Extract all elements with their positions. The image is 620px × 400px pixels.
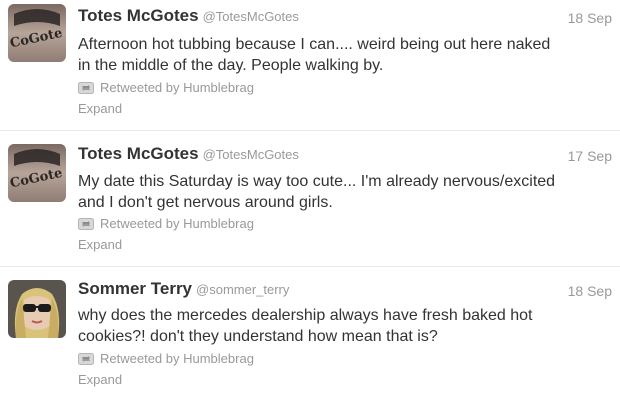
expand-link[interactable]: Expand: [78, 237, 122, 252]
tweet-text: My date this Saturday is way too cute...…: [78, 171, 598, 213]
author-name[interactable]: Sommer Terry @sommer_terry: [78, 279, 289, 299]
expand-link[interactable]: Expand: [78, 372, 122, 387]
retweet-info[interactable]: Retweeted by Humblebrag: [78, 80, 254, 95]
author-handle[interactable]: @TotesMcGotes: [203, 147, 299, 162]
author-handle[interactable]: @TotesMcGotes: [203, 9, 299, 24]
retweet-icon: [78, 81, 94, 94]
tweet-text-line: why does the mercedes dealership always …: [78, 307, 533, 324]
avatar[interactable]: CoGote: [8, 4, 66, 62]
tweet-text: Afternoon hot tubbing because I can.... …: [78, 34, 598, 76]
author-handle[interactable]: @sommer_terry: [196, 282, 289, 297]
author-name[interactable]: Totes McGotes @TotesMcGotes: [78, 144, 299, 164]
avatar[interactable]: [8, 280, 66, 338]
author-display-name[interactable]: Totes McGotes: [78, 144, 199, 163]
tweet[interactable]: CoGote Totes McGotes @TotesMcGotes 18 Sep…: [0, 0, 620, 131]
tweet-text-line: and I don't get nervous around girls.: [78, 194, 333, 211]
tweet-text-line: My date this Saturday is way too cute...…: [78, 173, 556, 190]
retweet-icon: [78, 352, 94, 365]
author-display-name[interactable]: Totes McGotes: [78, 6, 199, 25]
retweet-icon: [78, 217, 94, 230]
tweet[interactable]: Sommer Terry @sommer_terry 18 Sep why doe…: [0, 268, 620, 400]
author-display-name[interactable]: Sommer Terry: [78, 279, 192, 298]
tattoo-avatar-image: CoGote: [8, 4, 66, 62]
tweet-text-line: Afternoon hot tubbing because I can.... …: [78, 36, 551, 53]
retweeted-by-label: Retweeted by Humblebrag: [100, 80, 254, 95]
expand-link[interactable]: Expand: [78, 101, 122, 116]
retweeted-by-label: Retweeted by Humblebrag: [100, 216, 254, 231]
tweet[interactable]: CoGote Totes McGotes @TotesMcGotes 17 Sep…: [0, 132, 620, 267]
author-name[interactable]: Totes McGotes @TotesMcGotes: [78, 6, 299, 26]
tweet-date[interactable]: 18 Sep: [568, 283, 612, 299]
tattoo-avatar-image: CoGote: [8, 144, 66, 202]
tweet-date[interactable]: 18 Sep: [568, 10, 612, 26]
sunglasses-avatar-image: [8, 280, 66, 338]
timeline: CoGote Totes McGotes @TotesMcGotes 18 Sep…: [0, 0, 620, 400]
tweet-text: why does the mercedes dealership always …: [78, 305, 598, 347]
tweet-date[interactable]: 17 Sep: [568, 148, 612, 164]
retweet-info[interactable]: Retweeted by Humblebrag: [78, 351, 254, 366]
tweet-text-line: in the middle of the day. People walking…: [78, 57, 384, 74]
avatar[interactable]: CoGote: [8, 144, 66, 202]
tweet-text-line: cookies?! don't they understand how mean…: [78, 328, 438, 345]
retweeted-by-label: Retweeted by Humblebrag: [100, 351, 254, 366]
retweet-info[interactable]: Retweeted by Humblebrag: [78, 216, 254, 231]
